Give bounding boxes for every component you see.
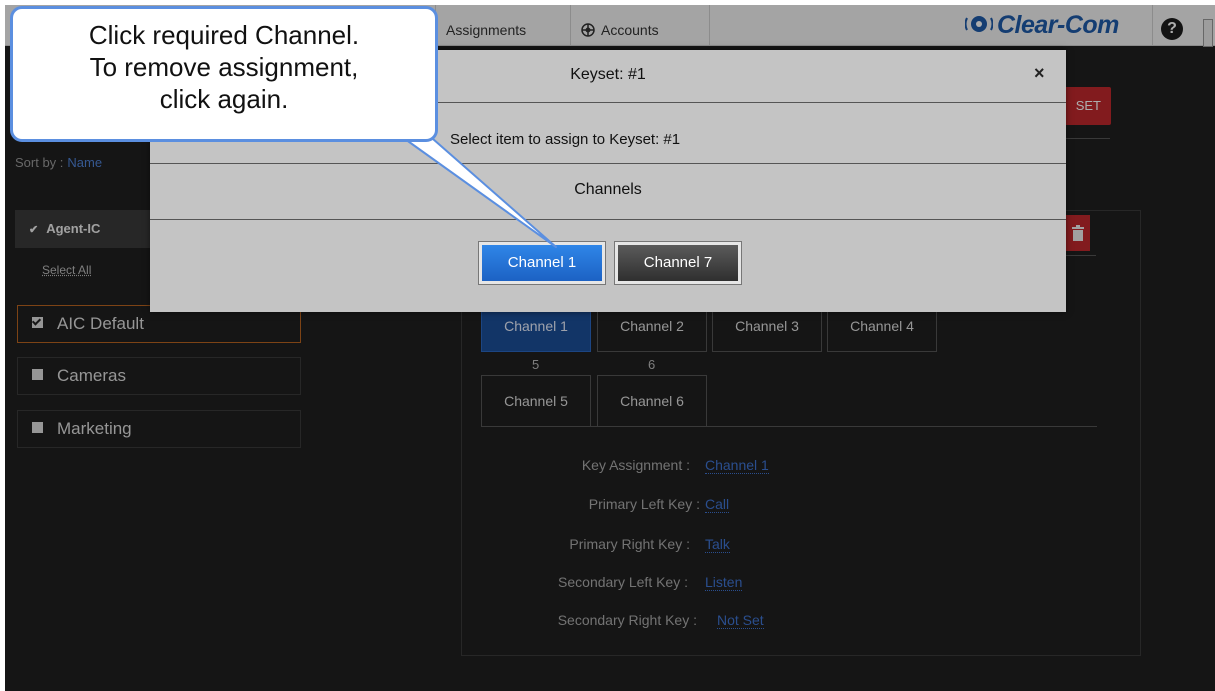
callout-line: Click required Channel. <box>88 20 360 50</box>
callout-line: To remove assignment, <box>89 52 359 82</box>
callout-line: click again. <box>159 84 289 114</box>
instruction-callout: Click required Channel. To remove assign… <box>10 6 438 142</box>
